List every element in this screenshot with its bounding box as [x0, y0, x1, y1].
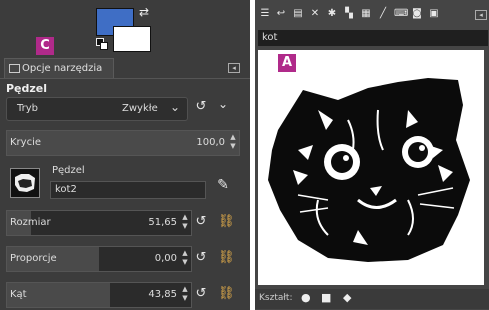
layers-icon[interactable]: ▤ [292, 8, 304, 20]
menu-icon[interactable]: ☰ [259, 8, 271, 20]
background-color-swatch[interactable] [113, 26, 151, 52]
shape-label: Kształt: [259, 293, 293, 303]
tab-tool-options[interactable]: Opcje narzędzia [4, 58, 114, 79]
diamond-shape-icon[interactable]: ◆ [343, 291, 351, 304]
brush-name-field[interactable]: kot2 [50, 181, 206, 199]
divider [0, 78, 250, 79]
mode-options-chevron-icon[interactable]: ⌄ [212, 97, 234, 111]
tool-options-panel: ⇄ C Opcje narzędzia ◂ Pędzel Tryb Zwykłe… [0, 0, 250, 310]
size-label: Rozmiar [10, 217, 51, 228]
label-badge-c: C [36, 37, 54, 55]
mode-value: Zwykłe [122, 103, 158, 114]
aspect-ratio-slider[interactable]: Proporcje 0,00 ▲ ▼ [6, 246, 192, 272]
keyboard-icon[interactable]: ⌨ [394, 8, 408, 20]
tool-options-icon [9, 63, 20, 73]
view-icon[interactable]: ◙ [411, 8, 423, 20]
cat-image [268, 78, 470, 262]
angle-value: 43,85 [148, 289, 177, 300]
size-spinner[interactable]: ▲ ▼ [181, 213, 189, 231]
angle-spinner[interactable]: ▲ ▼ [181, 285, 189, 303]
mode-label: Tryb [17, 103, 39, 114]
gradients-icon[interactable]: ▦ [360, 8, 372, 20]
tools-icon[interactable]: ✕ [309, 8, 321, 20]
brush-label: Pędzel [52, 165, 85, 176]
swap-colors-icon[interactable]: ⇄ [139, 5, 149, 19]
opacity-spinner[interactable]: ▲ ▼ [229, 133, 237, 151]
label-badge-a: A [278, 54, 296, 72]
reset-mode-icon[interactable]: ↺ [193, 99, 209, 114]
image-name-bar: kot [258, 30, 488, 46]
undo-icon[interactable]: ↩ [275, 8, 287, 20]
opacity-label: Krycie [10, 137, 42, 148]
angle-slider[interactable]: Kąt 43,85 ▲ ▼ [6, 282, 192, 308]
image-canvas[interactable]: A [258, 50, 484, 285]
brush-preview[interactable] [10, 168, 40, 198]
aspect-ratio-value: 0,00 [154, 253, 177, 264]
tool-header: Pędzel [6, 82, 48, 95]
brushes-icon[interactable]: ✱ [326, 8, 338, 20]
size-value: 51,65 [148, 217, 177, 228]
square-shape-icon[interactable]: ■ [321, 291, 331, 304]
aspect-ratio-spinner[interactable]: ▲ ▼ [181, 249, 189, 267]
cat-brush-thumbnail-icon [11, 169, 39, 197]
tab-label: Opcje narzędzia [22, 63, 103, 74]
panel-menu-button[interactable]: ◂ [228, 63, 240, 73]
paint-icon[interactable]: ╱ [377, 8, 389, 20]
link-size-icon[interactable]: ⛓ [218, 214, 235, 229]
default-colors-icon[interactable] [96, 38, 108, 50]
reset-size-icon[interactable]: ↺ [194, 214, 208, 229]
patterns-icon[interactable]: ▚ [343, 8, 355, 20]
edit-brush-icon[interactable]: ✎ [212, 177, 234, 193]
link-aspect-icon[interactable]: ⛓ [218, 250, 235, 265]
chevron-down-icon: ⌄ [170, 100, 181, 114]
status-bar: Kształt: ● ■ ◆ [255, 289, 489, 309]
mode-dropdown[interactable]: Tryb Zwykłe ⌄ [6, 97, 188, 121]
angle-label: Kąt [10, 289, 27, 300]
opacity-value: 100,0 [196, 137, 225, 148]
reset-angle-icon[interactable]: ↺ [194, 286, 208, 301]
size-slider[interactable]: Rozmiar 51,65 ▲ ▼ [6, 210, 192, 236]
window-menu-button[interactable]: ◂ [475, 10, 487, 20]
circle-shape-icon[interactable]: ● [301, 291, 311, 304]
image-icon[interactable]: ▣ [428, 8, 440, 20]
aspect-ratio-label: Proporcje [10, 253, 57, 264]
reset-aspect-icon[interactable]: ↺ [194, 250, 208, 265]
opacity-slider[interactable]: Krycie 100,0 ▲ ▼ [6, 130, 240, 156]
link-angle-icon[interactable]: ⛓ [218, 286, 235, 301]
